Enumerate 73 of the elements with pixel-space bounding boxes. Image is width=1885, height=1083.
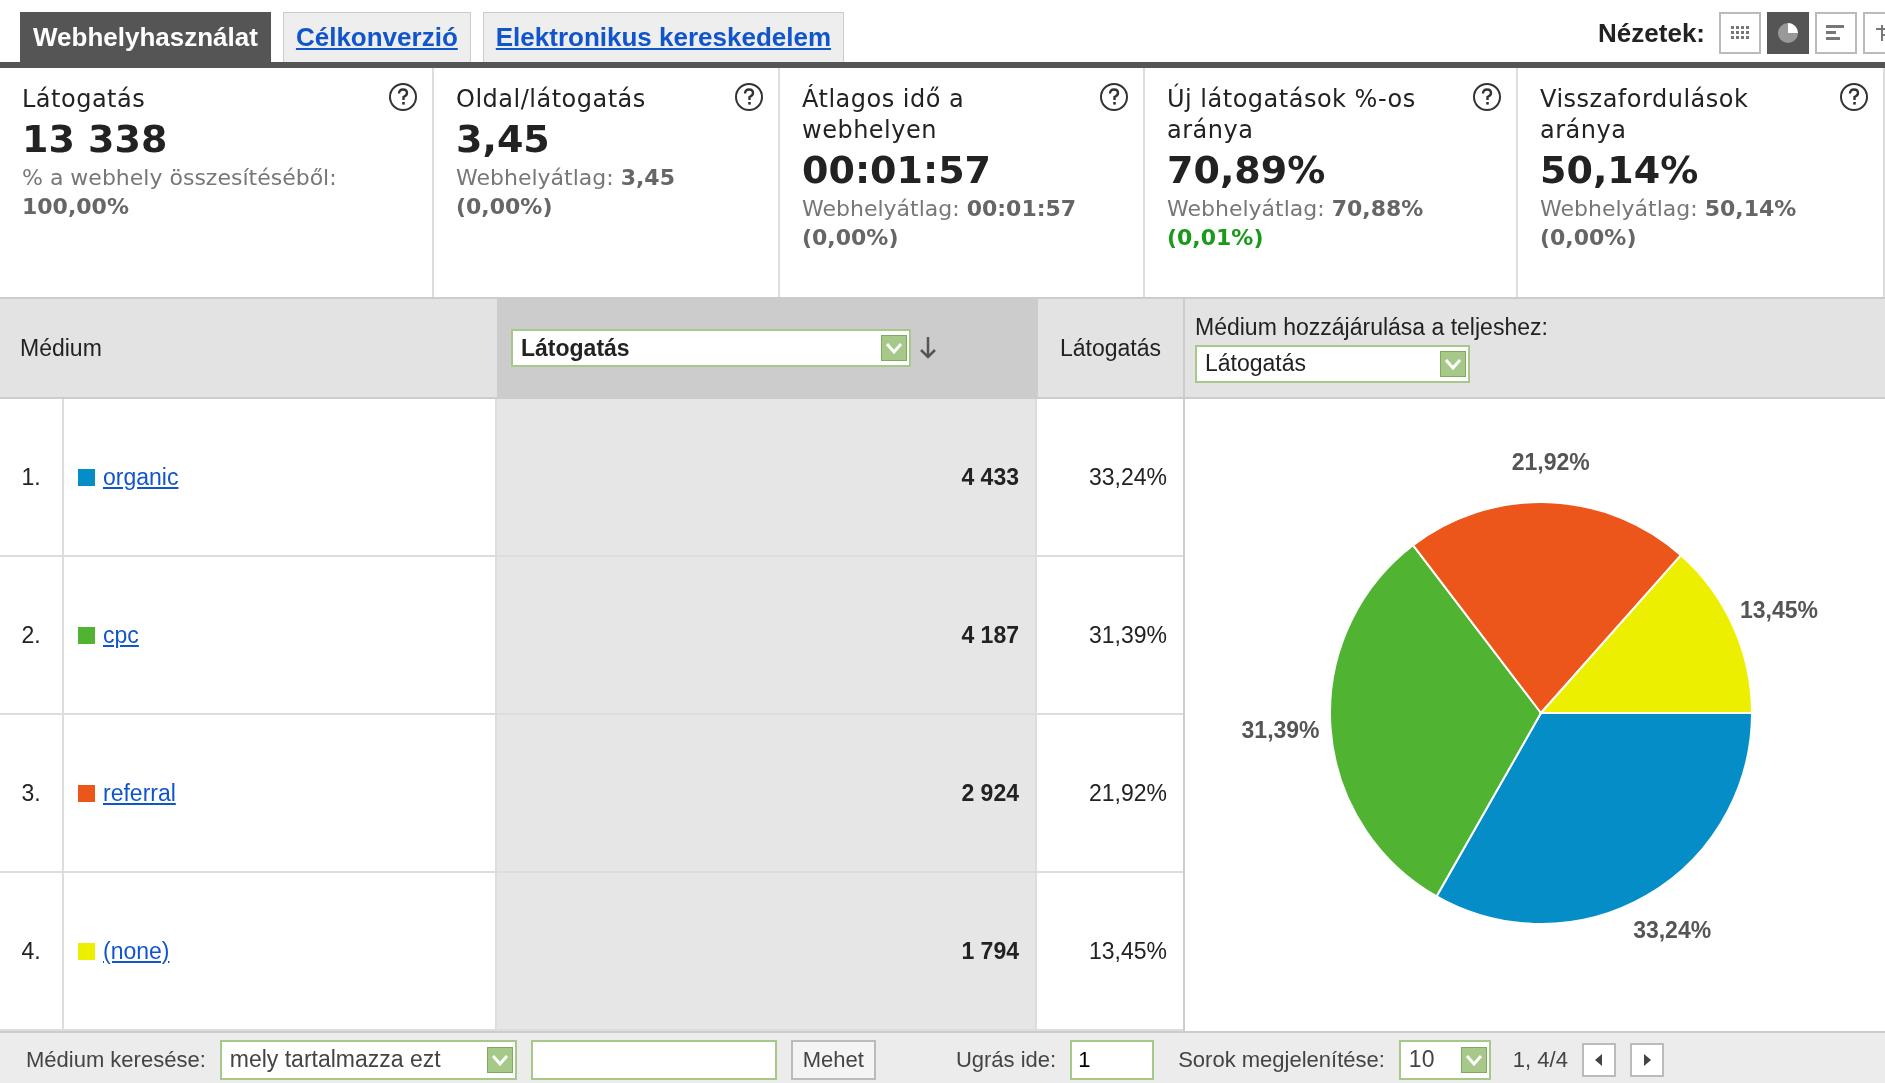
metric-title: Visszafordulások aránya — [1540, 84, 1750, 146]
help-icon[interactable] — [734, 82, 764, 112]
medium-link[interactable]: organic — [103, 463, 179, 491]
view-button[interactable] — [1815, 12, 1857, 54]
metric-value: 13 338 — [22, 117, 169, 161]
next-button[interactable] — [1629, 1042, 1664, 1077]
medium-link[interactable]: cpc — [103, 621, 139, 649]
table-cell: 2 924 — [961, 779, 1019, 807]
metric-change: (0,00%) — [456, 193, 554, 221]
help-icon[interactable] — [1839, 82, 1869, 112]
rows-label: Sorok megjelenítése: — [1178, 1046, 1385, 1073]
table-cell: 1 794 — [961, 937, 1019, 965]
jump-field[interactable]: 1 — [1070, 1039, 1155, 1080]
views-label: Nézetek: — [1598, 17, 1705, 49]
page-range: 1, 4/4 — [1512, 1046, 1568, 1073]
view-button[interactable] — [1767, 12, 1809, 54]
metric-caption: % a webhely összesítéséből: 100,00% — [22, 164, 338, 221]
table-cell: 13,45% — [1089, 937, 1167, 965]
contribution-label: Médium hozzájárulása a teljeshez: — [1195, 313, 1548, 341]
metric-dropdown[interactable]: Látogatás — [511, 329, 911, 367]
slice-label: 33,24% — [1633, 917, 1712, 943]
table-cell: 4 187 — [961, 621, 1019, 649]
previous-button[interactable] — [1581, 1042, 1616, 1077]
metric-value: 3,45 — [456, 117, 551, 161]
rows-dropdown[interactable]: 10 — [1398, 1039, 1491, 1080]
metric-title: Új látogatások %-os aránya — [1167, 82, 1417, 146]
table-cell: 21,92% — [1089, 779, 1167, 807]
metric-caption: Webhelyátlag: 3,45 — [456, 164, 676, 192]
metric-change: (0,00%) — [802, 224, 900, 252]
metric-title: Átlagos idő a webhelyen — [802, 83, 966, 146]
metric-value: 50,14% — [1540, 148, 1700, 192]
row-number: 4. — [21, 937, 41, 965]
tab[interactable]: Elektronikus kereskedelem — [482, 12, 845, 62]
sort-arrow-icon[interactable] — [919, 336, 937, 360]
metric-value: 70,89% — [1167, 148, 1327, 192]
help-icon[interactable] — [1099, 82, 1129, 112]
tab[interactable]: Célkonverzió — [282, 12, 471, 62]
row-number: 3. — [21, 779, 41, 807]
grid-icon — [1731, 26, 1749, 40]
metric-caption: Webhelyátlag: 50,14% — [1540, 195, 1798, 223]
view-button[interactable] — [1719, 12, 1761, 54]
help-icon[interactable] — [388, 82, 418, 112]
search-label: Médium keresése: — [26, 1046, 206, 1073]
metric-value: 00:01:57 — [802, 148, 993, 192]
metric-caption: Webhelyátlag: 00:01:57 — [802, 195, 1078, 223]
row-number: 1. — [21, 463, 41, 491]
metric-change: (0,00%) — [1540, 224, 1638, 252]
jump-label: Ugrás ide: — [955, 1046, 1057, 1073]
contribution-dropdown[interactable]: Látogatás — [1195, 344, 1470, 383]
pie-chart-icon — [1777, 22, 1799, 44]
help-icon[interactable] — [1472, 82, 1502, 112]
table-cell: 4 433 — [961, 463, 1019, 491]
table-cell: 33,24% — [1089, 463, 1167, 491]
go-button[interactable]: Mehet — [790, 1039, 876, 1080]
table-cell: 31,39% — [1089, 621, 1167, 649]
slice-label: 21,92% — [1511, 449, 1590, 476]
tab[interactable]: Webhelyhasználat — [20, 12, 271, 62]
metric-change: (0,01%) — [1167, 224, 1265, 252]
left-arrow-icon — [1593, 1053, 1604, 1066]
metric-caption: Webhelyátlag: 70,88% — [1167, 195, 1425, 223]
metric-title: Oldal/látogatás — [456, 84, 646, 115]
search-field[interactable] — [530, 1039, 777, 1080]
right-arrow-icon — [1641, 1053, 1652, 1066]
filter-dropdown[interactable]: mely tartalmazza ezt — [219, 1039, 517, 1080]
slice-label: 13,45% — [1740, 597, 1819, 624]
column-header: Látogatás — [1060, 334, 1161, 362]
metric-title: Látogatás — [22, 84, 146, 115]
medium-link[interactable]: referral — [103, 779, 176, 807]
bar-chart-icon — [1826, 25, 1846, 41]
medium-link[interactable]: (none) — [103, 937, 170, 965]
row-number: 2. — [21, 621, 41, 649]
slice-label: 31,39% — [1241, 716, 1320, 743]
column-header: Médium — [20, 334, 102, 362]
